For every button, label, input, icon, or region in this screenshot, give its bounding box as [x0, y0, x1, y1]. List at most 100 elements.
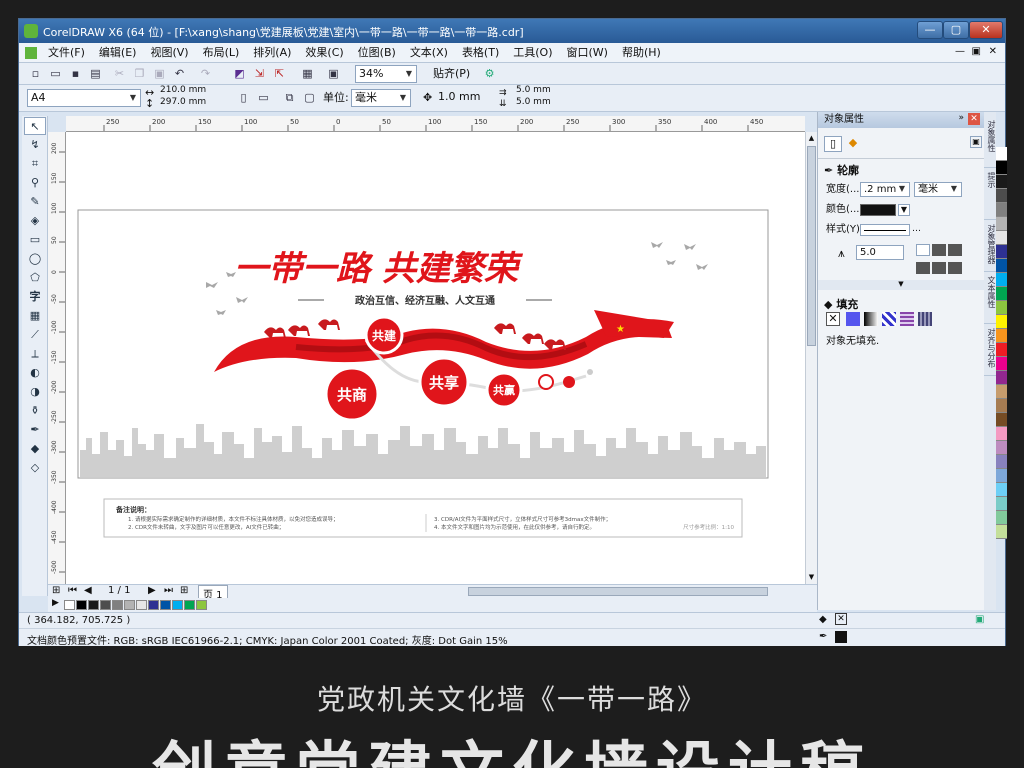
- rectangle-tool-icon[interactable]: ▭: [24, 231, 46, 249]
- palette-swatch[interactable]: [996, 175, 1007, 189]
- menu-item[interactable]: 排列(A): [246, 43, 298, 63]
- text-tool-icon[interactable]: 字: [24, 288, 46, 306]
- units-select[interactable]: 毫米 ▼: [351, 89, 411, 107]
- fill-tool-icon[interactable]: ◆: [24, 440, 46, 458]
- fountain-fill-icon[interactable]: [864, 312, 878, 326]
- docker-side-tab[interactable]: 对象属性: [984, 120, 996, 168]
- palette-swatch[interactable]: [996, 273, 1007, 287]
- drawing-canvas[interactable]: 一带一路 共建繁荣 政治互信、经济互融、人文互通 ★ 共建 共商 共享 共赢 备…: [66, 132, 805, 584]
- menu-item[interactable]: 效果(C): [298, 43, 350, 63]
- palette-swatch[interactable]: [996, 315, 1007, 329]
- outline-tab-icon[interactable]: ▯: [824, 136, 842, 152]
- new-document-icon[interactable]: ▫: [27, 66, 44, 82]
- search-content-icon[interactable]: ◩: [231, 66, 248, 82]
- zoom-tool-icon[interactable]: ⚲: [24, 174, 46, 192]
- ellipse-tool-icon[interactable]: ◯: [24, 250, 46, 268]
- connector-tool-icon[interactable]: ⟂: [24, 345, 46, 363]
- fill-tab-icon[interactable]: ◆: [844, 136, 862, 152]
- minimize-button[interactable]: —: [917, 21, 943, 39]
- last-page-icon[interactable]: ⏭: [164, 585, 173, 596]
- palette-swatch[interactable]: [996, 161, 1007, 175]
- outline-color-indicator[interactable]: [835, 631, 847, 643]
- scroll-down-icon[interactable]: ▼: [807, 573, 816, 582]
- palette-swatch[interactable]: [996, 231, 1007, 245]
- docker-options-icon[interactable]: ▣: [970, 136, 982, 148]
- welcome-screen-icon[interactable]: ▣: [325, 66, 342, 82]
- pick-tool-icon[interactable]: ↖: [24, 117, 46, 135]
- docker-side-tab[interactable]: 文本属性: [984, 276, 996, 324]
- current-page-icon[interactable]: ▢: [301, 90, 318, 106]
- paste-icon[interactable]: ▣: [151, 66, 168, 82]
- color-palette[interactable]: [996, 147, 1007, 597]
- redo-icon[interactable]: ↷: [197, 66, 214, 82]
- docker-close-icon[interactable]: ✕: [968, 113, 980, 125]
- page-height-field[interactable]: 297.0 mm: [157, 97, 213, 110]
- palette-swatch[interactable]: [996, 469, 1007, 483]
- postscript-fill-icon[interactable]: [918, 312, 932, 326]
- add-page-after-icon[interactable]: ⊞: [180, 585, 188, 596]
- next-page-icon[interactable]: ▶: [148, 585, 156, 596]
- status-settings-icon[interactable]: ▣: [975, 614, 984, 625]
- document-icon[interactable]: [25, 47, 37, 59]
- prev-page-icon[interactable]: ◀: [84, 585, 92, 596]
- palette-swatch[interactable]: [996, 189, 1007, 203]
- palette-swatch[interactable]: [996, 203, 1007, 217]
- document-palette-swatch[interactable]: [112, 600, 123, 610]
- polygon-tool-icon[interactable]: ⬠: [24, 269, 46, 287]
- palette-swatch[interactable]: [996, 287, 1007, 301]
- dimension-tool-icon[interactable]: ⟋: [24, 326, 46, 344]
- outline-style-select[interactable]: [860, 224, 910, 236]
- line-cap-square-icon[interactable]: [948, 262, 962, 274]
- palette-swatch[interactable]: [996, 343, 1007, 357]
- document-palette-swatch[interactable]: [172, 600, 183, 610]
- pattern-fill-icon[interactable]: [882, 312, 896, 326]
- menu-item[interactable]: 布局(L): [196, 43, 247, 63]
- application-launcher-icon[interactable]: ▦: [299, 66, 316, 82]
- palette-swatch[interactable]: [996, 525, 1007, 539]
- document-palette-swatch[interactable]: [160, 600, 171, 610]
- palette-swatch[interactable]: [996, 497, 1007, 511]
- duplicate-y-field[interactable]: 5.0 mm: [513, 97, 567, 110]
- menu-item[interactable]: 表格(T): [455, 43, 506, 63]
- menu-item[interactable]: 文件(F): [41, 43, 92, 63]
- export-icon[interactable]: ⇱: [271, 66, 288, 82]
- palette-swatch[interactable]: [996, 245, 1007, 259]
- menu-item[interactable]: 工具(O): [506, 43, 559, 63]
- document-palette-swatch[interactable]: [148, 600, 159, 610]
- portrait-icon[interactable]: ▯: [235, 90, 252, 106]
- freehand-tool-icon[interactable]: ✎: [24, 193, 46, 211]
- interactive-fill-tool-icon[interactable]: ◇: [24, 459, 46, 477]
- landscape-icon[interactable]: ▭: [255, 90, 272, 106]
- document-palette-swatch[interactable]: [196, 600, 207, 610]
- copy-icon[interactable]: ❐: [131, 66, 148, 82]
- corner-bevel-icon[interactable]: [948, 244, 962, 256]
- palette-swatch[interactable]: [996, 413, 1007, 427]
- undo-icon[interactable]: ↶: [171, 66, 188, 82]
- doc-restore-button[interactable]: ▣: [972, 46, 981, 57]
- docker-collapse-icon[interactable]: »: [958, 113, 964, 123]
- vertical-scrollbar[interactable]: ▲ ▼: [805, 132, 817, 584]
- texture-fill-icon[interactable]: [900, 312, 914, 326]
- palette-arrow-icon[interactable]: ▶: [52, 598, 59, 608]
- no-fill-swatch-icon[interactable]: ✕: [835, 613, 847, 625]
- palette-swatch[interactable]: [996, 217, 1007, 231]
- vertical-scroll-thumb[interactable]: [807, 146, 816, 346]
- more-options-icon[interactable]: …: [912, 224, 921, 234]
- document-palette-swatch[interactable]: [76, 600, 87, 610]
- menu-item[interactable]: 文本(X): [403, 43, 455, 63]
- outline-color-swatch[interactable]: [860, 204, 896, 216]
- open-folder-icon[interactable]: ▭: [47, 66, 64, 82]
- palette-swatch[interactable]: [996, 371, 1007, 385]
- vertical-ruler[interactable]: 200 150 100 50 0 -50 -100 -150 -200 -250 -300 -350 -…: [48, 132, 66, 596]
- doc-close-button[interactable]: ✕: [989, 46, 997, 57]
- horizontal-ruler[interactable]: 250 200 150 100 50 0 50 100 150 200 250 300 350 400 45…: [66, 116, 805, 132]
- nudge-distance-field[interactable]: 1.0 mm: [435, 89, 485, 107]
- menu-item[interactable]: 位图(B): [351, 43, 403, 63]
- palette-swatch[interactable]: [996, 301, 1007, 315]
- smart-fill-tool-icon[interactable]: ◈: [24, 212, 46, 230]
- shape-tool-icon[interactable]: ↯: [24, 136, 46, 154]
- palette-swatch[interactable]: [996, 329, 1007, 343]
- palette-swatch[interactable]: [996, 427, 1007, 441]
- palette-swatch[interactable]: [996, 441, 1007, 455]
- all-pages-icon[interactable]: ⧉: [281, 90, 298, 106]
